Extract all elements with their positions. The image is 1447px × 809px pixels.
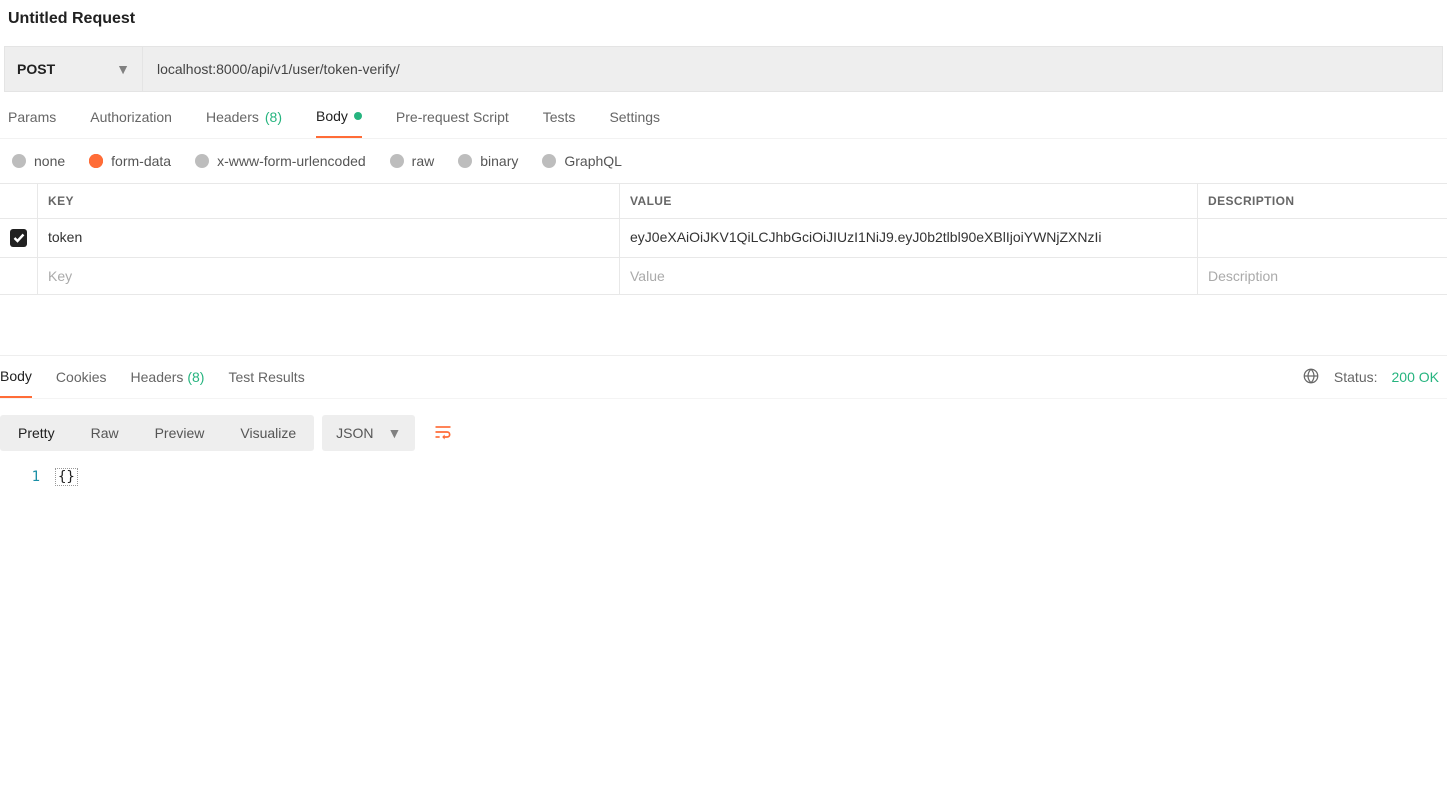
resp-tab-body[interactable]: Body xyxy=(0,356,32,398)
view-mode-group: Pretty Raw Preview Visualize xyxy=(0,415,314,451)
body-type-form-data[interactable]: form-data xyxy=(89,153,171,169)
globe-icon[interactable] xyxy=(1302,367,1320,388)
table-row xyxy=(0,219,1447,258)
radio-icon xyxy=(89,154,103,168)
table-header-row: KEY VALUE DESCRIPTION xyxy=(0,184,1447,219)
tab-prerequest[interactable]: Pre-request Script xyxy=(396,108,509,138)
response-body-editor[interactable]: 1 {} xyxy=(0,465,1447,489)
row-desc-cell[interactable] xyxy=(1198,219,1447,257)
radio-label: binary xyxy=(480,153,518,169)
radio-icon xyxy=(542,154,556,168)
view-preview[interactable]: Preview xyxy=(137,415,223,451)
tab-settings[interactable]: Settings xyxy=(609,108,660,138)
body-type-xwww[interactable]: x-www-form-urlencoded xyxy=(195,153,366,169)
line-number: 1 xyxy=(0,469,56,485)
url-input[interactable] xyxy=(143,47,1442,91)
desc-input[interactable] xyxy=(1208,229,1437,245)
radio-label: GraphQL xyxy=(564,153,622,169)
header-value: VALUE xyxy=(620,184,1198,218)
request-title: Untitled Request xyxy=(0,0,1447,46)
wrap-icon xyxy=(433,422,453,445)
key-input[interactable] xyxy=(48,268,609,284)
format-label: JSON xyxy=(336,425,373,441)
view-visualize[interactable]: Visualize xyxy=(222,415,314,451)
tab-authorization[interactable]: Authorization xyxy=(90,108,172,138)
tab-body-label: Body xyxy=(316,108,348,124)
code-text[interactable]: {} xyxy=(56,469,77,485)
request-bar: POST ▼ xyxy=(4,46,1443,92)
resp-tab-cookies[interactable]: Cookies xyxy=(56,357,107,397)
method-label: POST xyxy=(17,61,55,77)
headers-count: (8) xyxy=(265,109,282,125)
row-key-cell[interactable] xyxy=(38,258,620,294)
radio-label: none xyxy=(34,153,65,169)
row-key-cell[interactable] xyxy=(38,219,620,257)
wrap-lines-button[interactable] xyxy=(423,413,463,453)
tab-body[interactable]: Body xyxy=(316,108,362,138)
response-tabs: Body Cookies Headers (8) Test Results St… xyxy=(0,355,1447,399)
status-value: 200 OK xyxy=(1392,369,1439,385)
header-check-cell xyxy=(0,184,38,218)
tab-headers-label: Headers xyxy=(206,109,259,125)
code-line: 1 {} xyxy=(0,469,1447,485)
desc-input[interactable] xyxy=(1208,268,1437,284)
row-desc-cell[interactable] xyxy=(1198,258,1447,294)
checkbox-checked-icon xyxy=(10,229,27,247)
resp-tab-headers[interactable]: Headers (8) xyxy=(131,357,205,397)
row-value-cell[interactable] xyxy=(620,258,1198,294)
tab-params[interactable]: Params xyxy=(8,108,56,138)
value-input[interactable] xyxy=(630,229,1187,245)
radio-label: x-www-form-urlencoded xyxy=(217,153,366,169)
body-type-graphql[interactable]: GraphQL xyxy=(542,153,622,169)
body-type-raw[interactable]: raw xyxy=(390,153,435,169)
resp-headers-count: (8) xyxy=(187,369,204,385)
tab-headers[interactable]: Headers (8) xyxy=(206,108,282,138)
format-select[interactable]: JSON ▼ xyxy=(322,415,415,451)
row-check-cell[interactable] xyxy=(0,219,38,257)
radio-icon xyxy=(390,154,404,168)
response-view-bar: Pretty Raw Preview Visualize JSON ▼ xyxy=(0,399,1447,465)
row-check-cell[interactable] xyxy=(0,258,38,294)
body-type-none[interactable]: none xyxy=(12,153,65,169)
body-indicator-icon xyxy=(354,112,362,120)
key-input[interactable] xyxy=(48,229,609,245)
tab-tests[interactable]: Tests xyxy=(543,108,576,138)
body-type-binary[interactable]: binary xyxy=(458,153,518,169)
request-tabs: Params Authorization Headers (8) Body Pr… xyxy=(0,92,1447,139)
chevron-down-icon: ▼ xyxy=(116,61,130,77)
row-value-cell[interactable] xyxy=(620,219,1198,257)
view-pretty[interactable]: Pretty xyxy=(0,415,73,451)
resp-tab-headers-label: Headers xyxy=(131,369,184,385)
view-raw[interactable]: Raw xyxy=(73,415,137,451)
status-label: Status: xyxy=(1334,369,1378,385)
header-description: DESCRIPTION xyxy=(1198,184,1447,218)
radio-icon xyxy=(195,154,209,168)
radio-label: form-data xyxy=(111,153,171,169)
form-data-table: KEY VALUE DESCRIPTION xyxy=(0,183,1447,295)
resp-tab-test-results[interactable]: Test Results xyxy=(228,357,304,397)
value-input[interactable] xyxy=(630,268,1187,284)
method-select[interactable]: POST ▼ xyxy=(5,47,143,91)
table-row-empty xyxy=(0,258,1447,295)
header-key: KEY xyxy=(38,184,620,218)
body-type-radio-group: none form-data x-www-form-urlencoded raw… xyxy=(0,139,1447,183)
chevron-down-icon: ▼ xyxy=(388,425,402,441)
radio-icon xyxy=(12,154,26,168)
radio-icon xyxy=(458,154,472,168)
radio-label: raw xyxy=(412,153,435,169)
